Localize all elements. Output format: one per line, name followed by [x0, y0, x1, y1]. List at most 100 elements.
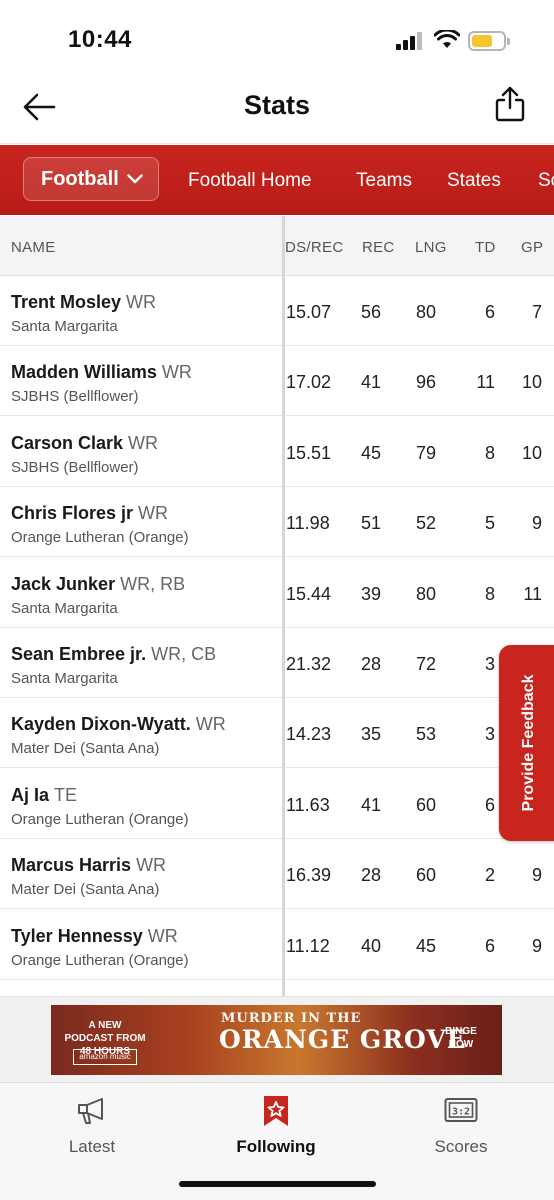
- stat-cell-td: 8: [484, 443, 495, 463]
- player-team: Santa Margarita: [11, 318, 118, 335]
- tab-latest[interactable]: Latest: [32, 1095, 152, 1157]
- column-header-rec[interactable]: REC: [362, 239, 395, 256]
- svg-text:3:2: 3:2: [452, 1107, 470, 1118]
- player-position: WR, CB: [151, 644, 217, 664]
- player-name[interactable]: Jack Junker WR, RB: [11, 574, 185, 595]
- player-team: Santa Margarita: [11, 600, 118, 617]
- tab-following-label: Following: [236, 1137, 316, 1156]
- sport-nav-bar: Football Football Home Teams States Sc: [0, 145, 554, 215]
- column-header-td[interactable]: TD: [475, 239, 496, 256]
- sport-selector-dropdown[interactable]: Football: [23, 157, 159, 201]
- player-name-text: Tyler Hennessy: [11, 926, 143, 946]
- column-header-yds-per-rec[interactable]: DS/REC: [285, 239, 343, 256]
- stat-cell-gp: 10: [521, 372, 542, 392]
- stat-cell-lng: 80: [415, 584, 436, 604]
- nav-link-scores[interactable]: Sc: [538, 170, 554, 192]
- nav-link-football-home[interactable]: Football Home: [188, 170, 312, 192]
- ad-cta: BINGE NOW: [445, 1026, 477, 1050]
- player-team: Orange Lutheran (Orange): [11, 952, 189, 969]
- battery-icon: [468, 31, 510, 51]
- chevron-down-icon: [127, 174, 143, 184]
- player-team: SJBHS (Bellflower): [11, 388, 139, 405]
- stat-cell-td: 2: [484, 865, 495, 885]
- stat-cell-yds-rec: 11.12: [286, 936, 330, 956]
- stat-cell-lng: 72: [415, 654, 436, 674]
- stat-cell-gp: 9: [531, 513, 542, 533]
- player-name-text: Aj Ia: [11, 785, 50, 805]
- star-bookmark-icon: [264, 1096, 288, 1126]
- column-header-gp[interactable]: GP: [521, 239, 543, 256]
- nav-link-teams[interactable]: Teams: [356, 170, 412, 192]
- provide-feedback-label: Provide Feedback: [520, 674, 537, 812]
- stat-cell-lng: 80: [415, 302, 436, 322]
- player-name[interactable]: Marcus Harris WR: [11, 855, 166, 876]
- share-icon[interactable]: [494, 86, 526, 122]
- player-position: WR: [136, 855, 167, 875]
- stat-cell-lng: 60: [415, 795, 436, 815]
- stat-cell-rec: 35: [360, 724, 381, 744]
- stat-cell-gp: 11: [523, 584, 542, 604]
- player-team: Mater Dei (Santa Ana): [11, 881, 160, 898]
- megaphone-icon: [78, 1098, 103, 1124]
- ad-title-main: ORANGE GROVE: [219, 1025, 467, 1054]
- player-name-text: Jack Junker: [11, 574, 116, 594]
- stat-cell-rec: 28: [360, 865, 381, 885]
- tab-following[interactable]: Following: [216, 1095, 336, 1157]
- column-header-lng[interactable]: LNG: [415, 239, 447, 256]
- column-header-name[interactable]: NAME: [11, 239, 56, 256]
- player-name[interactable]: Kayden Dixon-Wyatt. WR: [11, 714, 226, 735]
- stat-cell-rec: 40: [360, 936, 381, 956]
- stat-cell-gp: 9: [531, 865, 542, 885]
- stats-columns-scroll[interactable]: DS/REC REC LNG TD GP 15.07 56 80 6 7 17.02 41 9…: [285, 216, 554, 996]
- stat-cell-rec: 41: [360, 372, 381, 392]
- stat-cell-td: 5: [484, 513, 495, 533]
- podcast-ad-banner[interactable]: A NEW PODCAST FROM 48 HOURS amazon music…: [51, 1005, 502, 1075]
- stat-cell-td: 3: [484, 654, 495, 674]
- stat-cell-td: 3: [484, 724, 495, 744]
- stat-cell-lng: 52: [415, 513, 436, 533]
- player-name-text: Carson Clark: [11, 433, 124, 453]
- ad-title-top: MURDER IN THE: [221, 1011, 362, 1026]
- stat-cell-lng: 60: [415, 865, 436, 885]
- stat-cell-td: 6: [484, 302, 495, 322]
- provide-feedback-button[interactable]: Provide Feedback: [499, 645, 554, 841]
- player-team: Orange Lutheran (Orange): [11, 811, 189, 828]
- stat-cell-yds-rec: 11.98: [286, 513, 330, 533]
- stat-cell-yds-rec: 11.63: [286, 795, 330, 815]
- player-name-text: Marcus Harris: [11, 855, 132, 875]
- stat-cell-td: 6: [484, 795, 495, 815]
- player-position: WR: [161, 362, 192, 382]
- player-name[interactable]: Chris Flores jr WR: [11, 503, 168, 524]
- nav-link-states[interactable]: States: [447, 170, 501, 192]
- tab-scores[interactable]: 3:2 Scores: [401, 1095, 521, 1157]
- page-title: Stats: [243, 90, 311, 120]
- player-team: Mater Dei (Santa Ana): [11, 740, 160, 757]
- player-name[interactable]: Carson Clark WR: [11, 433, 158, 454]
- player-position: WR: [128, 433, 159, 453]
- player-name[interactable]: Madden Williams WR: [11, 362, 192, 383]
- stat-cell-gp: 10: [521, 443, 542, 463]
- stat-cell-td: 11: [476, 372, 495, 392]
- player-name[interactable]: Trent Mosley WR: [11, 292, 156, 313]
- stat-cell-yds-rec: 16.39: [286, 865, 332, 885]
- player-name-text: Trent Mosley: [11, 292, 122, 312]
- stat-cell-lng: 96: [415, 372, 436, 392]
- ad-area: A NEW PODCAST FROM 48 HOURS amazon music…: [0, 996, 554, 1082]
- stat-cell-gp: 7: [531, 302, 542, 322]
- player-name-text: Kayden Dixon-Wyatt.: [11, 714, 191, 734]
- app-header: Stats: [0, 72, 554, 144]
- stat-cell-yds-rec: 15.44: [286, 584, 332, 604]
- player-name[interactable]: Tyler Hennessy WR: [11, 926, 178, 947]
- frozen-column-divider: [282, 216, 285, 996]
- player-team: Orange Lutheran (Orange): [11, 529, 189, 546]
- player-name[interactable]: Sean Embree jr. WR, CB: [11, 644, 216, 665]
- stats-table: NAME Trent Mosley WR Santa Margarita Madden…: [0, 216, 554, 996]
- cellular-signal-icon: [396, 32, 426, 50]
- player-position: WR: [138, 503, 169, 523]
- player-position: WR: [147, 926, 178, 946]
- stat-cell-lng: 53: [415, 724, 436, 744]
- tab-latest-label: Latest: [68, 1137, 116, 1156]
- stat-cell-rec: 28: [360, 654, 381, 674]
- player-name[interactable]: Aj Ia TE: [11, 785, 77, 806]
- status-time: 10:44: [68, 26, 132, 53]
